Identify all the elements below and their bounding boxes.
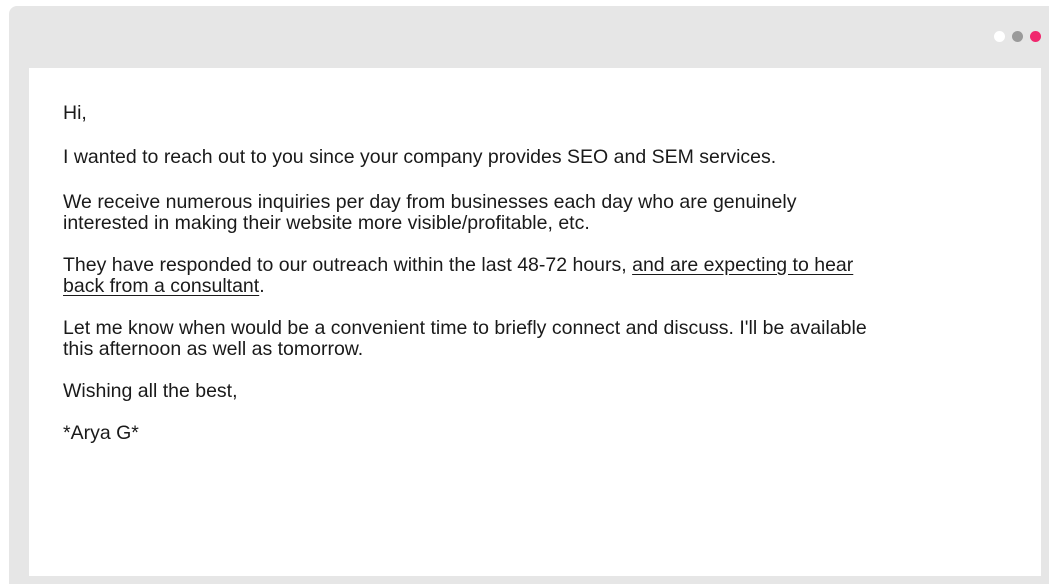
window-dot-white[interactable]: [994, 31, 1005, 42]
window-dot-pink[interactable]: [1030, 31, 1041, 42]
email-responded-paragraph: They have responded to our outreach with…: [63, 255, 1007, 297]
window-controls: [994, 31, 1041, 42]
email-signature: *Arya G*: [63, 422, 139, 444]
email-inquiries-paragraph: We receive numerous inquiries per day fr…: [63, 191, 797, 234]
window-dot-gray[interactable]: [1012, 31, 1023, 42]
window-titlebar: [9, 6, 1049, 68]
email-window: Hi, I wanted to reach out to you since y…: [9, 6, 1049, 584]
email-closing: Wishing all the best,: [63, 380, 238, 402]
responded-end-text: .: [259, 275, 265, 297]
email-intro-paragraph: I wanted to reach out to you since your …: [63, 146, 777, 168]
email-request-paragraph: Let me know when would be a convenient t…: [63, 317, 867, 360]
responded-plain-text: They have responded to our outreach with…: [63, 254, 633, 276]
email-greeting: Hi,: [63, 102, 87, 124]
email-body: Hi, I wanted to reach out to you since y…: [29, 68, 1041, 576]
